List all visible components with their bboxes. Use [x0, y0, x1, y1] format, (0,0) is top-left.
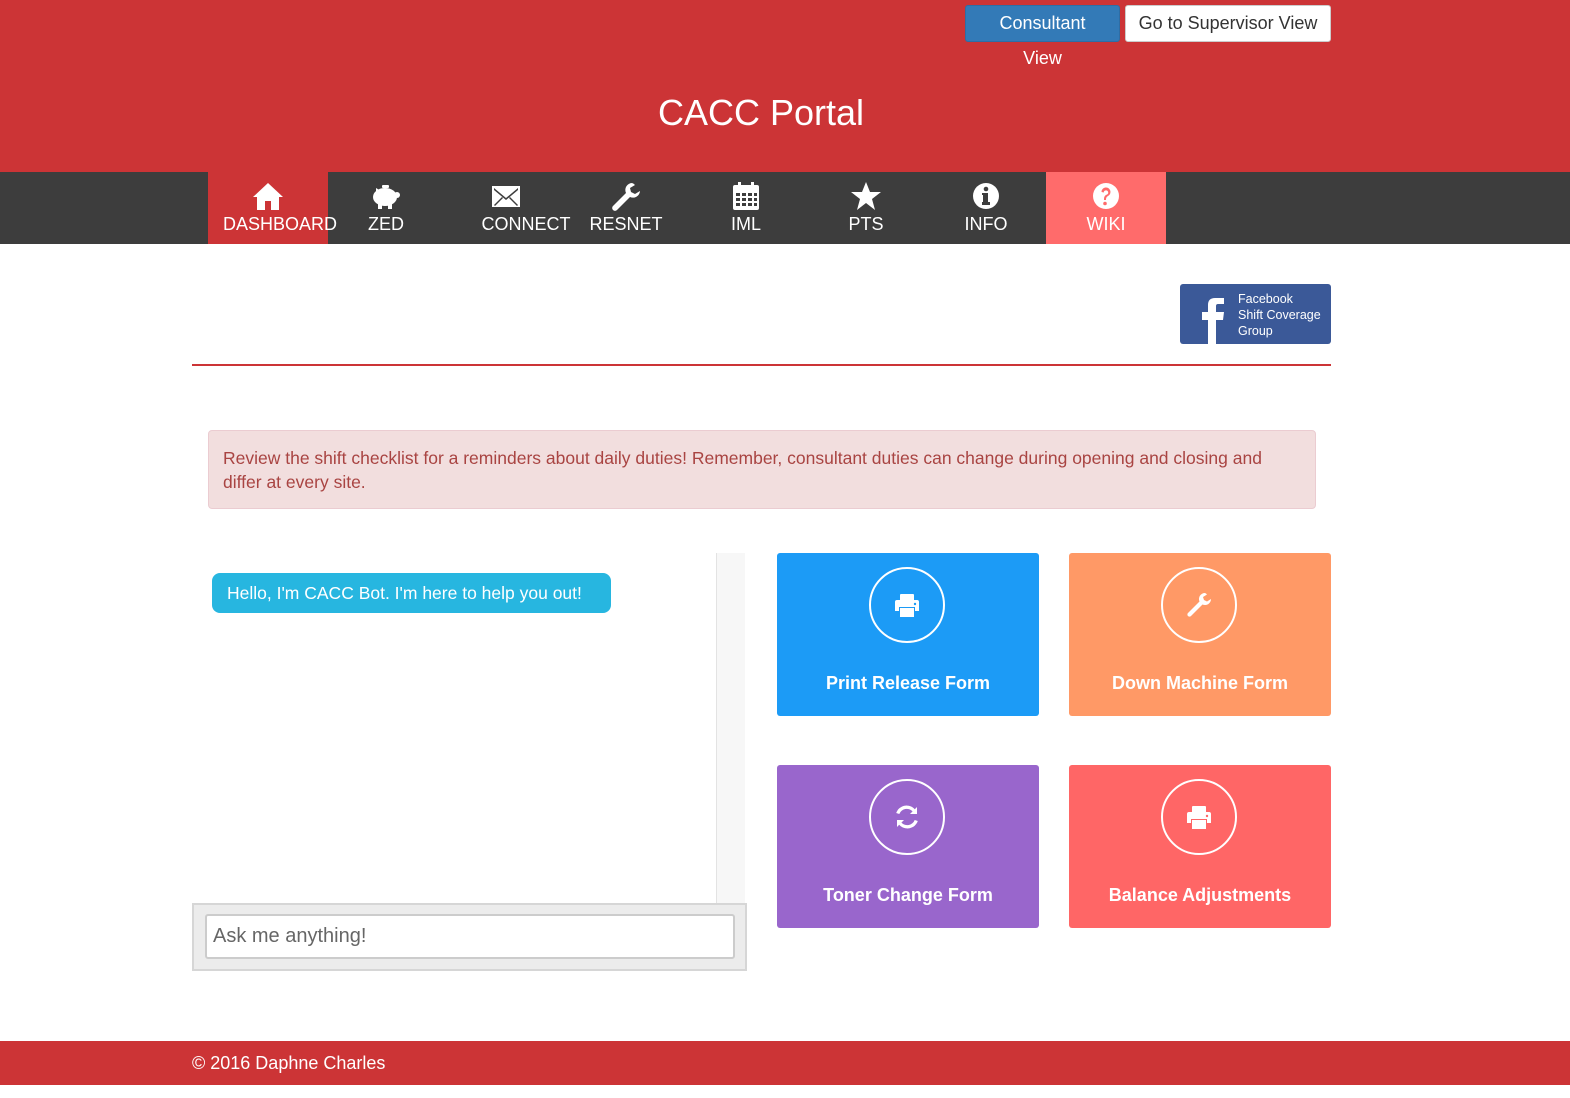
main-nav: DASHBOARD ZED CONNECT RESNET IML PTS INF… — [0, 172, 1570, 244]
home-icon — [253, 183, 283, 210]
envelope-icon — [492, 186, 520, 207]
shift-reminder-alert: Review the shift checklist for a reminde… — [208, 430, 1316, 509]
nav-item-label: PTS — [848, 214, 884, 234]
chat-messages: Hello, I'm CACC Bot. I'm here to help yo… — [192, 553, 717, 903]
tile-label: Print Release Form — [825, 673, 991, 693]
nav-item-label: IML — [730, 214, 761, 234]
copyright-text: © 2016 Daphne Charles — [192, 1053, 386, 1073]
print-icon — [1187, 806, 1211, 829]
piggy-bank-icon — [373, 185, 400, 209]
nav-item-label: INFO — [964, 214, 1008, 234]
facebook-icon — [1202, 298, 1224, 344]
tile-label: Down Machine Form — [1111, 673, 1288, 693]
bot-message: Hello, I'm CACC Bot. I'm here to help yo… — [212, 573, 611, 613]
wrench-icon — [612, 183, 640, 211]
nav-item-label: RESNET — [589, 214, 663, 234]
calendar-icon — [733, 182, 759, 210]
wrench-icon-circle — [1161, 567, 1237, 643]
chat-input-container — [192, 903, 747, 971]
nav-item-zed[interactable]: ZED — [326, 172, 446, 244]
nav-item-label: WIKI — [1086, 214, 1126, 234]
refresh-icon — [896, 805, 918, 829]
tile-label: Balance Adjustments — [1108, 885, 1292, 905]
header: Consultant View Go to Supervisor View CA… — [0, 0, 1570, 172]
question-icon — [1093, 183, 1119, 209]
print-icon-circle — [1161, 779, 1237, 855]
wrench-icon — [1187, 592, 1212, 617]
print-icon — [895, 594, 919, 617]
nav-item-wiki[interactable]: WIKI — [1046, 172, 1166, 244]
chat-scrollbar[interactable] — [716, 553, 745, 903]
chat-input[interactable] — [205, 914, 735, 959]
refresh-icon-circle — [869, 779, 945, 855]
page-title: CACC Portal — [657, 92, 865, 133]
supervisor-view-button[interactable]: Go to Supervisor View — [1125, 5, 1331, 42]
footer: © 2016 Daphne Charles — [0, 1041, 1570, 1085]
nav-item-resnet[interactable]: RESNET — [566, 172, 686, 244]
nav-item-iml[interactable]: IML — [686, 172, 806, 244]
divider — [192, 364, 1331, 366]
nav-item-label: DASHBOARD — [223, 214, 338, 234]
star-icon — [851, 182, 881, 210]
facebook-group-button[interactable]: Facebook Shift Coverage Group — [1180, 284, 1331, 344]
nav-item-dashboard[interactable]: DASHBOARD — [208, 172, 337, 244]
facebook-group-label: Facebook Shift Coverage Group — [1238, 292, 1321, 338]
down-machine-form-tile[interactable]: Down Machine Form — [1069, 553, 1331, 716]
tile-label: Toner Change Form — [823, 885, 993, 905]
nav-item-pts[interactable]: PTS — [806, 172, 926, 244]
print-icon-circle — [869, 567, 945, 643]
nav-item-label: ZED — [368, 214, 404, 234]
print-release-form-tile[interactable]: Print Release Form — [777, 553, 1039, 716]
nav-item-info[interactable]: INFO — [926, 172, 1046, 244]
consultant-view-button[interactable]: Consultant View — [965, 5, 1120, 68]
balance-adjustments-tile[interactable]: Balance Adjustments — [1069, 765, 1331, 928]
nav-item-connect[interactable]: CONNECT — [446, 172, 571, 244]
toner-change-form-tile[interactable]: Toner Change Form — [777, 765, 1039, 928]
info-icon — [973, 183, 999, 209]
